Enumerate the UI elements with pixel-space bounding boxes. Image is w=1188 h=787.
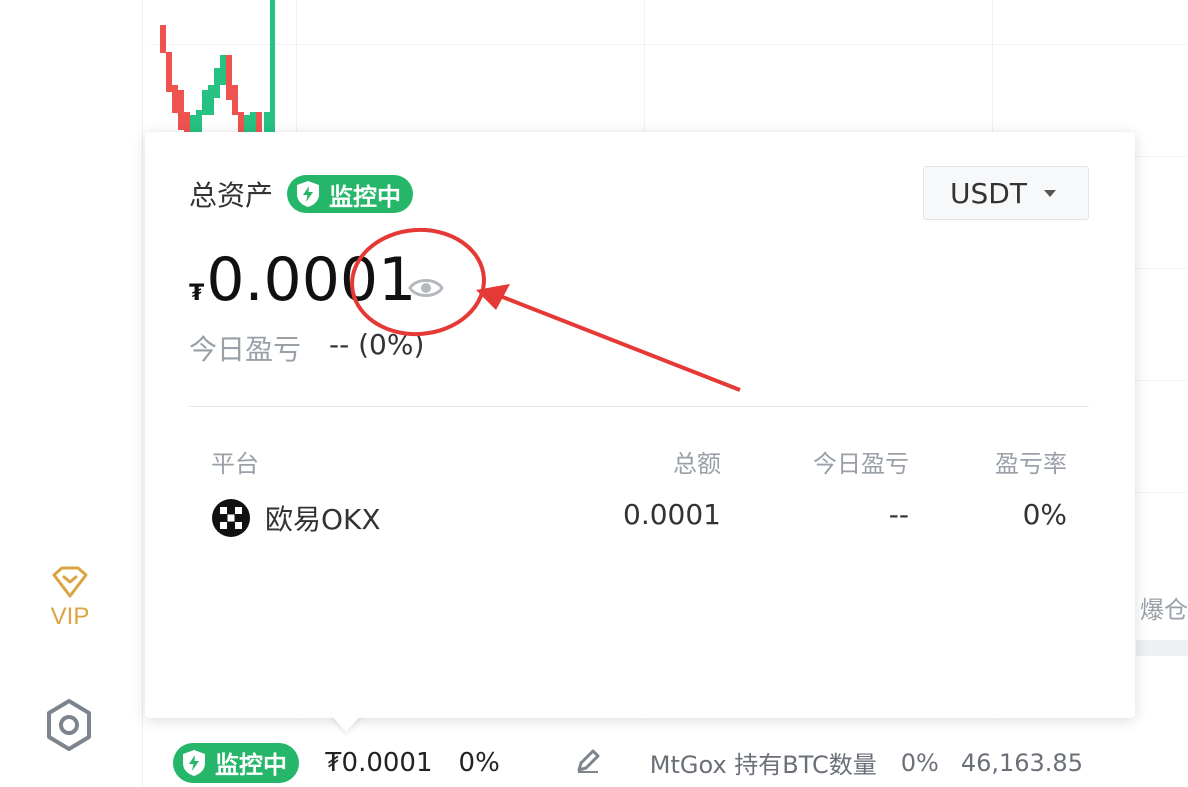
candle-bar xyxy=(172,85,178,113)
asset-summary-popup: 总资产 监控中 USDT ₮ 0.0001 今日盈亏 -- (0%) 平台 总额 xyxy=(145,132,1135,718)
eye-icon xyxy=(408,279,444,297)
candle-bar xyxy=(160,25,166,53)
candle-bar xyxy=(244,115,250,133)
currency-symbol: ₮ xyxy=(189,281,205,306)
today-pnl-cell: -- xyxy=(888,498,909,531)
monitoring-badge: 监控中 xyxy=(287,175,414,213)
candle-bar xyxy=(178,90,184,130)
candle-bar xyxy=(202,90,208,115)
status-amount: ₮0.0001 xyxy=(325,747,433,778)
popup-pointer xyxy=(330,714,362,732)
liquidation-label: 爆仓 xyxy=(1140,596,1188,624)
toggle-visibility-button[interactable] xyxy=(407,275,445,305)
header-today-pnl: 今日盈亏 xyxy=(813,450,909,478)
candle-bar xyxy=(214,68,220,98)
pnl-rate-cell: 0% xyxy=(1022,498,1067,531)
vip-label: VIP xyxy=(50,603,90,630)
currency-dropdown[interactable]: USDT xyxy=(923,166,1089,220)
ticker-value: 46,163.85 xyxy=(960,748,1083,777)
candle-bar xyxy=(190,115,196,133)
grid-line xyxy=(150,44,1188,45)
header-total: 总额 xyxy=(673,450,721,478)
caret-down-icon xyxy=(1043,190,1056,197)
total-assets-title: 总资产 xyxy=(189,179,274,212)
hexagon-settings-icon xyxy=(47,699,91,751)
title-row: 总资产 监控中 xyxy=(189,174,414,214)
header-pnl-rate: 盈亏率 xyxy=(995,450,1067,478)
candle-bar xyxy=(256,112,262,132)
total-amount-row: ₮ 0.0001 xyxy=(189,244,416,316)
status-monitoring-label: 监控中 xyxy=(215,751,287,779)
edit-button[interactable] xyxy=(574,747,602,779)
platform-cell: 欧易OKX xyxy=(211,498,381,538)
shield-lightning-icon xyxy=(183,749,205,776)
ticker-percent: 0% xyxy=(900,748,939,777)
diamond-icon xyxy=(52,566,88,598)
candle-bar xyxy=(270,0,275,135)
today-pnl-label: 今日盈亏 xyxy=(189,333,302,366)
vip-button[interactable]: VIP xyxy=(40,565,100,631)
monitoring-label: 监控中 xyxy=(329,182,402,211)
currency-value: USDT xyxy=(950,176,1027,210)
candle-bar xyxy=(238,112,244,132)
left-sidebar xyxy=(0,0,143,787)
pencil-icon xyxy=(577,749,600,773)
candle-bar xyxy=(166,52,172,92)
header-platform: 平台 xyxy=(211,450,259,478)
status-monitoring-badge[interactable]: 监控中 xyxy=(173,742,299,783)
candle-bar xyxy=(184,112,190,132)
okx-logo-icon xyxy=(212,499,250,537)
today-pnl-row: 今日盈亏 -- (0%) xyxy=(189,328,424,368)
candlesticks xyxy=(160,0,275,135)
candle-bar xyxy=(226,55,232,100)
status-percent: 0% xyxy=(458,747,500,778)
candle-bar xyxy=(196,110,202,132)
ticker-label[interactable]: MtGox 持有BTC数量 xyxy=(650,745,877,780)
candle-bar xyxy=(232,85,238,115)
total-amount: 0.0001 xyxy=(206,245,417,315)
platform-name: 欧易OKX xyxy=(265,503,381,536)
today-pnl-value: -- (0%) xyxy=(329,328,425,361)
candle-bar xyxy=(264,112,270,134)
divider xyxy=(189,406,1089,407)
total-value: 0.0001 xyxy=(623,498,721,531)
settings-button[interactable] xyxy=(44,698,94,756)
candle-bar xyxy=(208,85,214,115)
chart-footer xyxy=(1136,640,1188,656)
status-bar: 监控中 ₮0.0001 0% MtGox 持有BTC数量 0% 46,163.8… xyxy=(145,738,1188,787)
shield-lightning-icon xyxy=(297,181,320,207)
candle-bar xyxy=(250,112,256,132)
candle-bar xyxy=(220,55,226,85)
